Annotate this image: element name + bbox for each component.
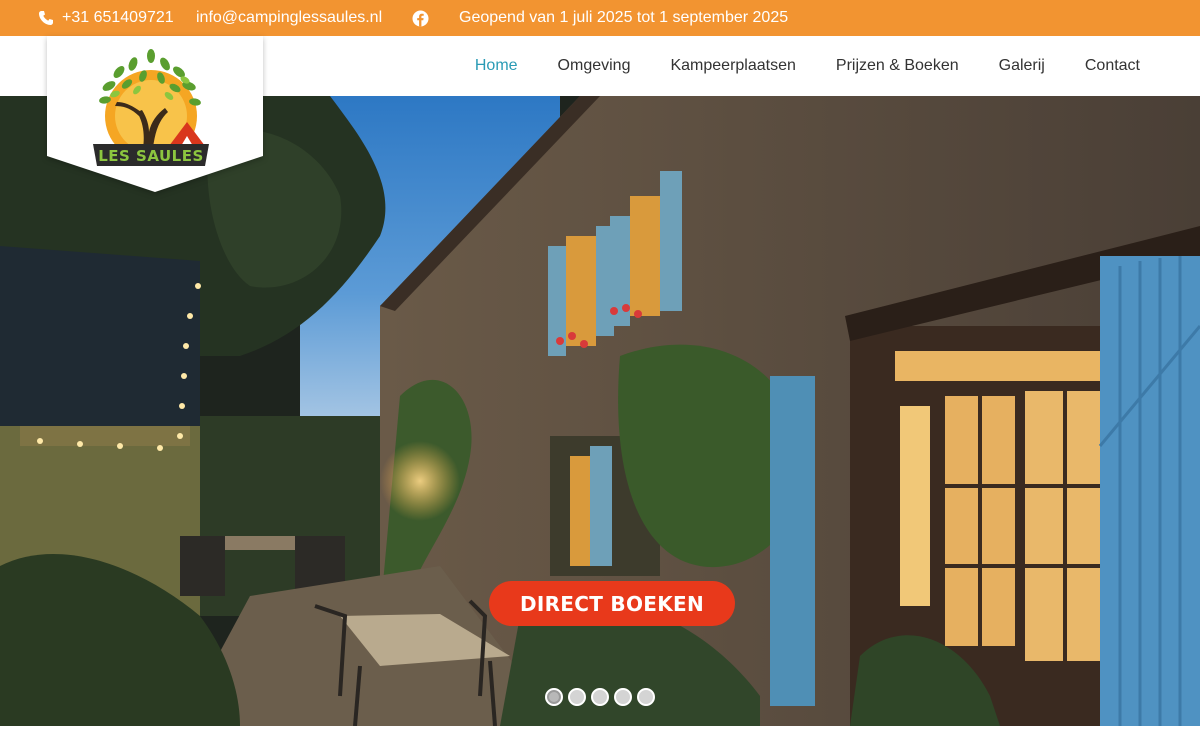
nav-home[interactable]: Home — [475, 57, 518, 75]
slide-dot-5[interactable] — [637, 688, 655, 706]
slide-dot-1[interactable] — [545, 688, 563, 706]
email-link[interactable]: info@campinglessaules.nl — [196, 0, 382, 36]
nav-contact[interactable]: Contact — [1085, 57, 1140, 75]
phone-number: +31 651409721 — [62, 9, 174, 26]
page-bottom-edge — [0, 726, 1200, 740]
slider-pagination — [545, 688, 660, 706]
slide-dot-3[interactable] — [591, 688, 609, 706]
nav-prijzen-boeken[interactable]: Prijzen & Boeken — [836, 57, 959, 75]
slide-dot-2[interactable] — [568, 688, 586, 706]
opening-hours: Geopend van 1 juli 2025 tot 1 september … — [459, 9, 789, 26]
phone-icon — [39, 11, 53, 25]
direct-booking-button[interactable]: DIRECT BOEKEN — [489, 581, 735, 626]
slide-dot-4[interactable] — [614, 688, 632, 706]
facebook-link[interactable] — [412, 0, 429, 36]
site-logo[interactable]: LES SAULES — [47, 36, 263, 192]
nav-omgeving[interactable]: Omgeving — [558, 57, 631, 75]
nav-kampeerplaatsen[interactable]: Kampeerplaatsen — [670, 57, 795, 75]
main-nav: Home Omgeving Kampeerplaatsen Prijzen & … — [435, 36, 1140, 96]
phone-link[interactable]: +31 651409721 — [38, 0, 174, 36]
top-bar: +31 651409721 info@campinglessaules.nl G… — [0, 0, 1200, 36]
nav-galerij[interactable]: Galerij — [999, 57, 1045, 75]
email-address: info@campinglessaules.nl — [196, 9, 383, 26]
facebook-icon — [412, 10, 429, 26]
logo-text: LES SAULES — [98, 147, 204, 165]
